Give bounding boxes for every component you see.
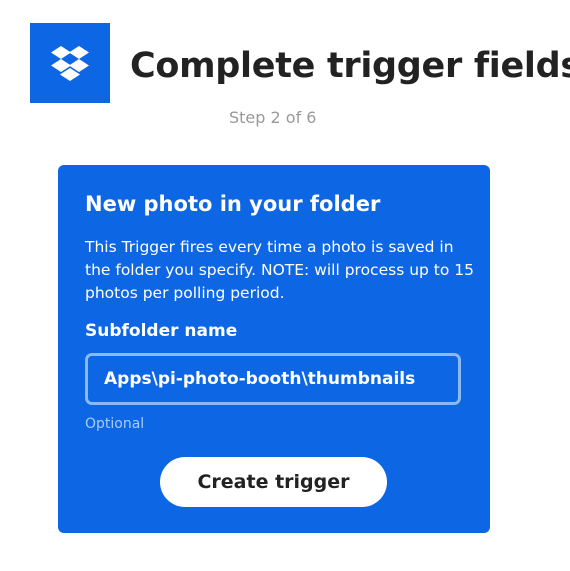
dropbox-logo <box>30 23 110 103</box>
trigger-description: This Trigger fires every time a photo is… <box>85 238 474 302</box>
step-indicator: Step 2 of 6 <box>229 108 317 127</box>
optional-hint: Optional <box>85 416 145 432</box>
dropbox-icon <box>51 46 89 81</box>
trigger-card: New photo in your folder This Trigger fi… <box>58 165 490 533</box>
subfolder-label: Subfolder name <box>85 321 238 341</box>
page: Complete trigger fields Step 2 of 6 New … <box>0 0 570 571</box>
page-title: Complete trigger fields <box>130 46 570 86</box>
create-trigger-button[interactable]: Create trigger <box>160 457 387 507</box>
trigger-title: New photo in your folder <box>85 192 381 216</box>
subfolder-input[interactable] <box>85 353 461 405</box>
